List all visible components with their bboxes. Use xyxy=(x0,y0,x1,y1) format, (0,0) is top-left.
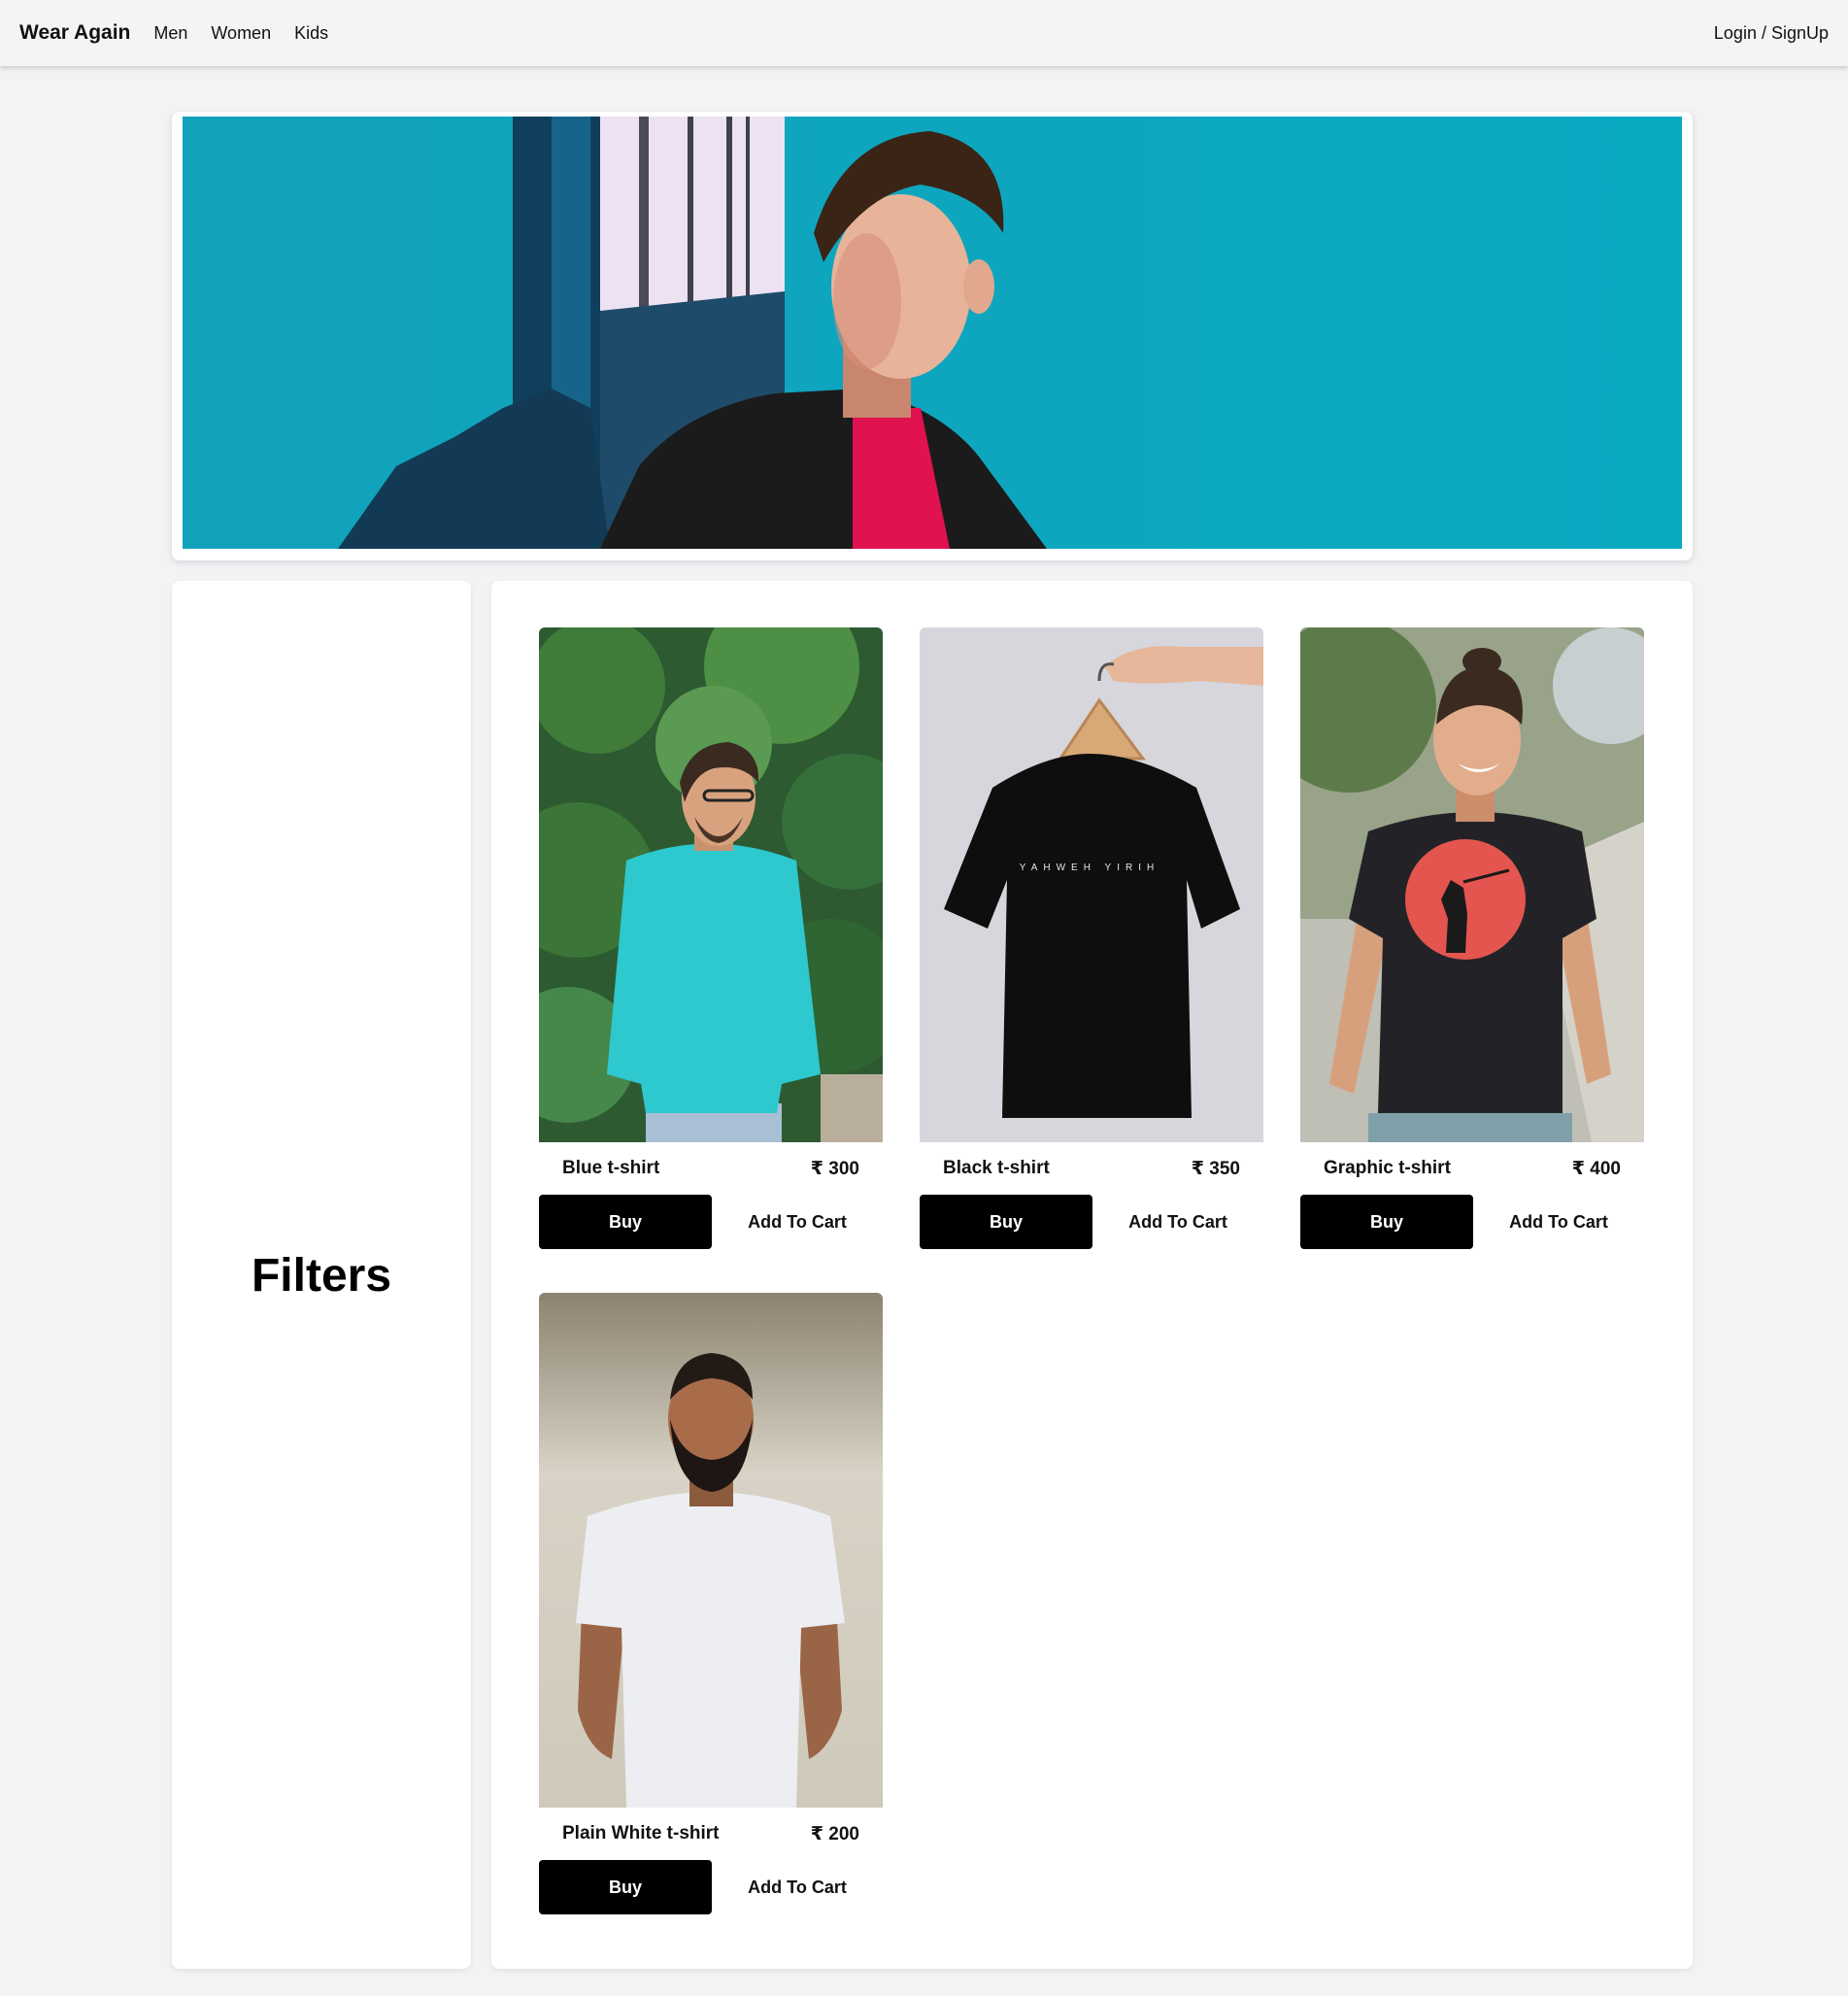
products-grid: Blue t-shirt ₹ 300 Buy Add To Cart YAHWE… xyxy=(491,581,1693,1969)
filters-title: Filters xyxy=(251,1250,392,1302)
product-name: Plain White t-shirt xyxy=(562,1823,720,1844)
brand-logo[interactable]: Wear Again xyxy=(19,21,130,45)
product-card-black-tshirt: YAHWEH YIRIH Black t-shirt ₹ 350 Buy Add… xyxy=(920,627,1263,1249)
svg-text:YAHWEH YIRIH: YAHWEH YIRIH xyxy=(1020,863,1159,873)
top-navbar: Wear Again Men Women Kids Login / SignUp xyxy=(0,0,1848,66)
product-actions: Buy Add To Cart xyxy=(1300,1195,1644,1249)
product-info: Graphic t-shirt ₹ 400 xyxy=(1300,1142,1644,1195)
product-image-blue-tshirt[interactable] xyxy=(539,627,883,1142)
hero-banner-image xyxy=(183,117,1682,549)
product-info: Plain White t-shirt ₹ 200 xyxy=(539,1808,883,1860)
product-price: ₹ 200 xyxy=(810,1823,859,1844)
product-actions: Buy Add To Cart xyxy=(539,1195,883,1249)
product-info: Blue t-shirt ₹ 300 xyxy=(539,1142,883,1195)
product-card-plain-white-tshirt: Plain White t-shirt ₹ 200 Buy Add To Car… xyxy=(539,1293,883,1914)
product-image-graphic-tshirt[interactable] xyxy=(1300,627,1644,1142)
product-card-graphic-tshirt: Graphic t-shirt ₹ 400 Buy Add To Cart xyxy=(1300,627,1644,1249)
product-name: Black t-shirt xyxy=(943,1158,1050,1178)
add-to-cart-button[interactable]: Add To Cart xyxy=(712,1195,883,1249)
buy-button[interactable]: Buy xyxy=(539,1860,712,1914)
product-price: ₹ 400 xyxy=(1571,1158,1621,1179)
product-info: Black t-shirt ₹ 350 xyxy=(920,1142,1263,1195)
product-price: ₹ 300 xyxy=(810,1158,859,1179)
nav-link-women[interactable]: Women xyxy=(211,23,271,44)
nav-link-kids[interactable]: Kids xyxy=(294,23,328,44)
buy-button[interactable]: Buy xyxy=(539,1195,712,1249)
add-to-cart-button[interactable]: Add To Cart xyxy=(712,1860,883,1914)
product-price: ₹ 350 xyxy=(1191,1158,1240,1179)
hero-card xyxy=(172,112,1693,560)
add-to-cart-button[interactable]: Add To Cart xyxy=(1473,1195,1644,1249)
filters-panel: Filters xyxy=(172,581,471,1969)
login-signup-link[interactable]: Login / SignUp xyxy=(1714,23,1829,44)
product-card-blue-tshirt: Blue t-shirt ₹ 300 Buy Add To Cart xyxy=(539,627,883,1249)
product-image-plain-white-tshirt[interactable] xyxy=(539,1293,883,1808)
product-actions: Buy Add To Cart xyxy=(920,1195,1263,1249)
buy-button[interactable]: Buy xyxy=(920,1195,1092,1249)
product-name: Blue t-shirt xyxy=(562,1158,660,1178)
product-actions: Buy Add To Cart xyxy=(539,1860,883,1914)
nav-link-men[interactable]: Men xyxy=(153,23,187,44)
add-to-cart-button[interactable]: Add To Cart xyxy=(1092,1195,1263,1249)
product-image-black-tshirt[interactable]: YAHWEH YIRIH xyxy=(920,627,1263,1142)
buy-button[interactable]: Buy xyxy=(1300,1195,1473,1249)
product-name: Graphic t-shirt xyxy=(1324,1158,1451,1178)
